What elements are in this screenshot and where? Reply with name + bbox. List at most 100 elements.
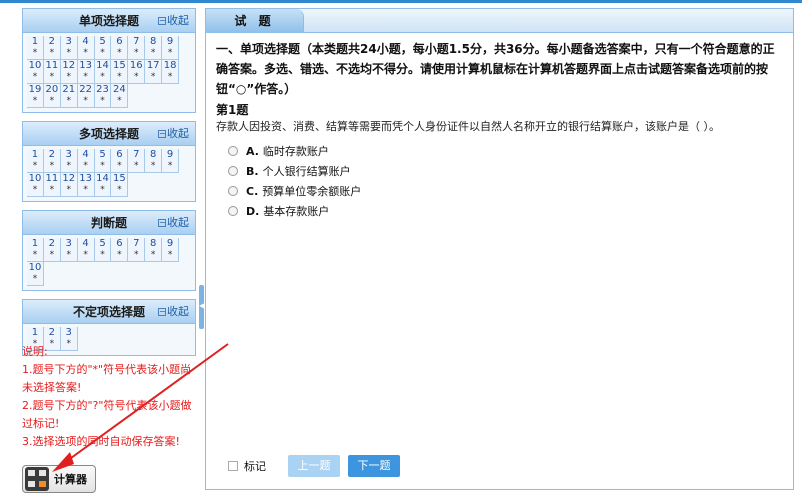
question-number-cell[interactable]: 12 * xyxy=(60,173,78,197)
question-navigator: 单项选择题 −收起 1 * 2 * 3 * 4 * 5 * 6 * 7 * 8 * 9 * 10 * 11 * 12 * 13 * 14… xyxy=(22,8,196,364)
radio-button[interactable] xyxy=(228,166,238,176)
question-number-label: 6 xyxy=(116,36,123,47)
question-number-label: 3 xyxy=(65,327,72,338)
question-number-cell[interactable]: 12 * xyxy=(60,60,78,84)
question-number-cell[interactable]: 10 * xyxy=(27,262,44,286)
radio-button[interactable] xyxy=(228,186,238,196)
sidebar-collapse-handle[interactable]: ◀ xyxy=(199,285,205,329)
question-number-cell[interactable]: 5 * xyxy=(94,36,112,60)
question-number-cell[interactable]: 3 * xyxy=(60,238,78,262)
question-number-cell[interactable]: 6 * xyxy=(111,36,129,60)
radio-button[interactable] xyxy=(228,146,238,156)
option-text: 预算单位零余额账户 xyxy=(262,185,362,198)
unanswered-mark: * xyxy=(167,48,173,58)
question-number-cell[interactable]: 2 * xyxy=(43,36,61,60)
question-number-cell[interactable]: 20 * xyxy=(43,84,61,108)
question-number-cell[interactable]: 11 * xyxy=(43,173,61,197)
question-number-cell[interactable]: 10 * xyxy=(27,60,44,84)
notes-line-1: 1.题号下方的"*"符号代表该小题尚未选择答案! xyxy=(22,363,192,394)
question-number-cell[interactable]: 9 * xyxy=(162,36,180,60)
question-number-cell[interactable]: 9 * xyxy=(162,149,180,173)
question-number-label: 5 xyxy=(99,149,106,160)
question-number-cell[interactable]: 4 * xyxy=(77,238,95,262)
unanswered-mark: * xyxy=(32,96,38,106)
question-number-cell[interactable]: 8 * xyxy=(145,149,163,173)
question-number-cell[interactable]: 13 * xyxy=(77,173,95,197)
unanswered-mark: * xyxy=(117,250,122,260)
question-number-cell[interactable]: 6 * xyxy=(111,238,129,262)
question-number-cell[interactable]: 18 * xyxy=(162,60,180,84)
unanswered-mark: * xyxy=(100,72,105,82)
question-number-cell[interactable]: 4 * xyxy=(77,36,95,60)
question-number-cell[interactable]: 22 * xyxy=(77,84,95,108)
answer-options: A. 临时存款账户 B. 个人银行结算账户 C. 预算单位零余额账户 D. 基本存款账户 xyxy=(228,141,781,221)
question-number-cell[interactable]: 1 * xyxy=(27,149,44,173)
radio-button[interactable] xyxy=(228,206,238,216)
minus-icon: − xyxy=(158,129,166,138)
notes-title: 说明: xyxy=(22,345,48,358)
unanswered-mark: * xyxy=(134,161,139,171)
question-number-cell[interactable]: 14 * xyxy=(94,60,112,84)
unanswered-mark: * xyxy=(32,250,38,260)
tab-questions[interactable]: 试 题 xyxy=(206,9,304,33)
option-letter: C. xyxy=(246,184,259,198)
question-number-grid: 1 * 2 * 3 * 4 * 5 * 6 * 7 * 8 * 9 * 10 * 11 * 12 * 13 * 14 * 15 * 16 * 1… xyxy=(23,33,195,112)
question-number-label: 11 xyxy=(45,60,59,71)
collapse-label: 收起 xyxy=(167,216,189,229)
question-number-cell[interactable]: 4 * xyxy=(77,149,95,173)
instructions-notes: 说明: 1.题号下方的"*"符号代表该小题尚未选择答案! 2.题号下方的"?"符… xyxy=(22,343,200,451)
mark-checkbox[interactable] xyxy=(228,461,238,471)
option-a[interactable]: A. 临时存款账户 xyxy=(228,141,781,161)
question-number-cell[interactable]: 10 * xyxy=(27,173,44,197)
collapse-label: 收起 xyxy=(167,14,189,27)
question-number-label: 13 xyxy=(79,60,92,71)
collapse-button[interactable]: −收起 xyxy=(158,122,189,146)
question-number-cell[interactable]: 11 * xyxy=(43,60,61,84)
collapse-button[interactable]: −收起 xyxy=(158,211,189,235)
unanswered-mark: * xyxy=(117,185,122,195)
question-number-cell[interactable]: 19 * xyxy=(27,84,44,108)
question-number-cell[interactable]: 2 * xyxy=(43,149,61,173)
question-number-cell[interactable]: 21 * xyxy=(60,84,78,108)
question-number-cell[interactable]: 8 * xyxy=(145,36,163,60)
question-number-cell[interactable]: 1 * xyxy=(27,36,44,60)
unanswered-mark: * xyxy=(32,161,38,171)
collapse-button[interactable]: −收起 xyxy=(158,300,189,324)
question-number-cell[interactable]: 16 * xyxy=(128,60,146,84)
option-text: 个人银行结算账户 xyxy=(262,165,351,178)
option-letter: B. xyxy=(246,164,259,178)
calculator-label: 计算器 xyxy=(54,473,87,486)
question-number-cell[interactable]: 13 * xyxy=(77,60,95,84)
question-number-cell[interactable]: 7 * xyxy=(128,238,146,262)
prev-question-button[interactable]: 上一题 xyxy=(288,455,340,477)
calculator-button[interactable]: 计算器 xyxy=(22,465,96,493)
unanswered-mark: * xyxy=(150,72,156,82)
question-number-cell[interactable]: 17 * xyxy=(145,60,163,84)
question-number-cell[interactable]: 15 * xyxy=(111,173,129,197)
question-number-cell[interactable]: 1 * xyxy=(27,238,44,262)
unanswered-mark: * xyxy=(83,96,88,106)
question-number-cell[interactable]: 8 * xyxy=(145,238,163,262)
question-number-cell[interactable]: 2 * xyxy=(43,238,61,262)
question-number-cell[interactable]: 5 * xyxy=(94,238,112,262)
collapse-button[interactable]: −收起 xyxy=(158,9,189,33)
question-number-cell[interactable]: 6 * xyxy=(111,149,129,173)
question-number-cell[interactable]: 7 * xyxy=(128,36,146,60)
question-number-cell[interactable]: 23 * xyxy=(94,84,112,108)
question-number-cell[interactable]: 15 * xyxy=(111,60,129,84)
question-number-cell[interactable]: 5 * xyxy=(94,149,112,173)
next-question-button[interactable]: 下一题 xyxy=(348,455,400,477)
question-number-cell[interactable]: 24 * xyxy=(111,84,129,108)
question-number-cell[interactable]: 14 * xyxy=(94,173,112,197)
unanswered-mark: * xyxy=(117,161,122,171)
option-d[interactable]: D. 基本存款账户 xyxy=(228,201,781,221)
unanswered-mark: * xyxy=(83,250,88,260)
question-number-cell[interactable]: 3 * xyxy=(60,149,78,173)
option-b[interactable]: B. 个人银行结算账户 xyxy=(228,161,781,181)
question-number-cell[interactable]: 3 * xyxy=(60,36,78,60)
unanswered-mark: * xyxy=(32,72,38,82)
section-header: 单项选择题 −收起 xyxy=(23,9,195,33)
question-number-cell[interactable]: 7 * xyxy=(128,149,146,173)
option-c[interactable]: C. 预算单位零余额账户 xyxy=(228,181,781,201)
question-number-cell[interactable]: 9 * xyxy=(162,238,180,262)
